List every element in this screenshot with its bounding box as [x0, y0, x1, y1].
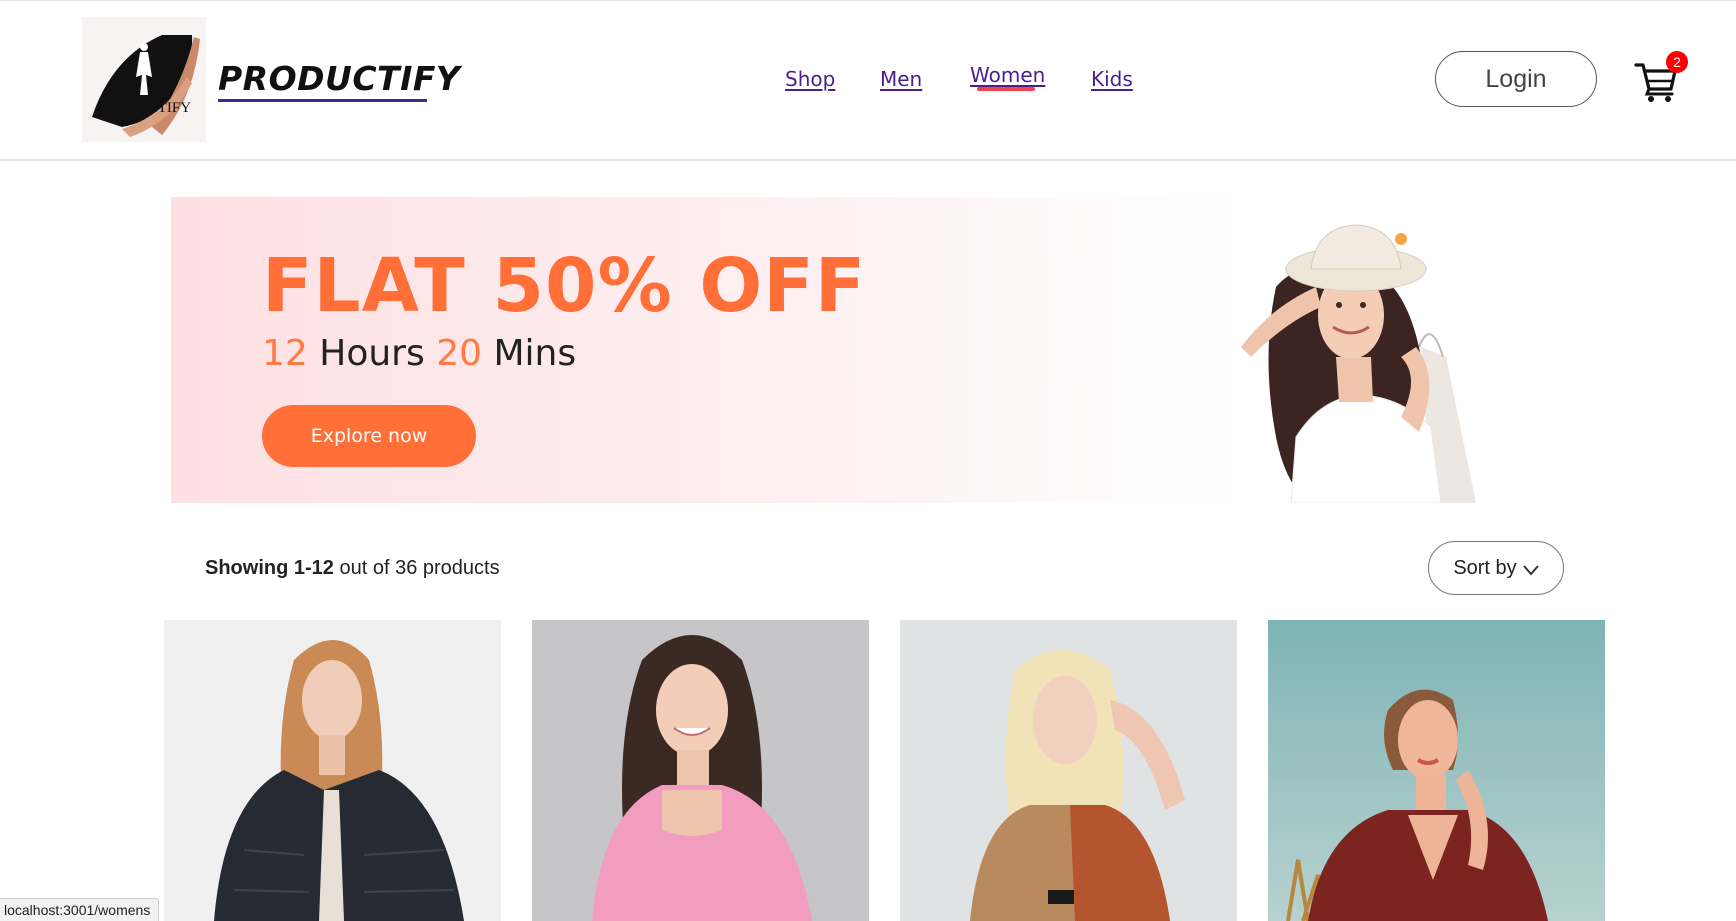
countdown-timer: 12 Hours 20 Mins	[262, 333, 576, 374]
cart-count-badge: 2	[1666, 51, 1688, 73]
site-header: PRODUCTIFY PRODUCTIFY Shop Men Women Kid…	[0, 1, 1736, 161]
banner-model-image	[1241, 224, 1476, 503]
product-card[interactable]	[900, 620, 1237, 921]
nav-kids[interactable]: Kids	[1091, 67, 1133, 91]
cart-button[interactable]: 2	[1632, 51, 1692, 103]
nav-men[interactable]: Men	[880, 67, 922, 91]
product-image	[532, 620, 869, 921]
results-count: Showing 1-12 out of 36 products	[205, 557, 500, 580]
product-card[interactable]	[532, 620, 869, 921]
mins-value: 20	[436, 333, 482, 374]
hours-value: 12	[262, 333, 308, 374]
banner-title: FLAT 50% OFF	[262, 243, 867, 329]
product-image	[1268, 620, 1605, 921]
sort-dropdown[interactable]: Sort by	[1428, 541, 1564, 595]
sort-label: Sort by	[1453, 556, 1517, 579]
product-image	[164, 620, 501, 921]
chevron-down-icon	[1522, 565, 1539, 576]
explore-now-button[interactable]: Explore now	[262, 405, 476, 467]
nav-women[interactable]: Women	[970, 63, 1045, 91]
mins-label: Mins	[493, 333, 577, 374]
product-card[interactable]	[1268, 620, 1605, 921]
nav-shop[interactable]: Shop	[785, 67, 835, 91]
results-count-total: out of 36 products	[339, 557, 500, 579]
promo-banner: FLAT 50% OFF 12 Hours 20 Mins Explore no…	[171, 197, 1595, 503]
results-count-range: Showing 1-12	[205, 557, 334, 579]
browser-status-url: localhost:3001/womens	[0, 898, 160, 921]
product-card[interactable]	[164, 620, 501, 921]
hours-label: Hours	[319, 333, 425, 374]
login-button[interactable]: Login	[1435, 51, 1597, 107]
product-image	[900, 620, 1237, 921]
